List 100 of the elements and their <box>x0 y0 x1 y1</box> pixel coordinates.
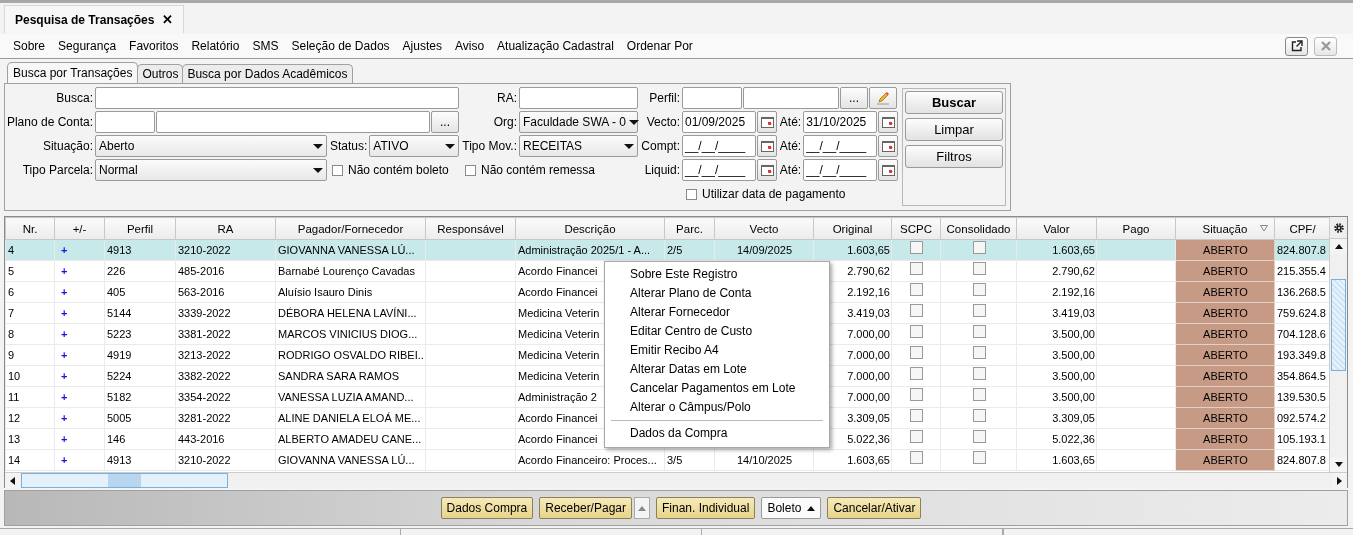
scroll-thumb[interactable] <box>1331 279 1346 371</box>
expand-icon[interactable]: + <box>59 328 68 340</box>
checkbox[interactable] <box>972 388 986 401</box>
expand-icon[interactable]: + <box>59 349 68 361</box>
calendar-button[interactable] <box>878 111 898 133</box>
org-select[interactable]: Faculdade SWA - 0 <box>519 111 638 133</box>
scroll-up-icon[interactable] <box>1330 239 1347 254</box>
checkbox[interactable] <box>332 164 343 176</box>
column-header[interactable]: Perfil <box>104 217 176 240</box>
document-tab[interactable]: Pesquisa de Transações ✕ <box>4 5 185 33</box>
dropdown-arrow-button[interactable] <box>634 497 650 519</box>
column-header[interactable]: Original <box>813 217 892 240</box>
checkbox[interactable] <box>910 451 923 464</box>
checkbox[interactable] <box>972 346 986 359</box>
menu-item[interactable]: Aviso <box>454 39 485 53</box>
checkbox[interactable] <box>972 451 986 464</box>
calendar-button[interactable] <box>757 111 777 133</box>
context-menu-item[interactable]: Alterar o Câmpus/Polo <box>605 398 829 417</box>
status-select[interactable]: ATIVO <box>369 135 459 157</box>
toolbar-button[interactable]: Dados Compra <box>440 497 534 519</box>
column-header[interactable]: RA <box>175 217 276 240</box>
checkbox[interactable] <box>910 388 923 401</box>
filter-icon[interactable] <box>1260 225 1268 232</box>
installment-type-select[interactable]: Normal <box>95 159 327 181</box>
action-button[interactable]: Filtros <box>905 145 1003 168</box>
column-header[interactable]: Pago <box>1096 217 1176 240</box>
menu-item[interactable]: Ordenar Por <box>626 39 693 53</box>
toolbar-button[interactable]: Receber/Pagar <box>539 497 632 519</box>
scroll-left-icon[interactable] <box>5 473 20 488</box>
dropdown-button[interactable]: Boleto <box>761 497 822 519</box>
date-field[interactable]: __/__/____ <box>682 135 757 157</box>
date-field[interactable]: 31/10/2025 <box>803 111 878 133</box>
column-header[interactable]: Situação <box>1175 217 1275 240</box>
checkbox[interactable] <box>465 164 476 176</box>
edit-button[interactable] <box>869 87 897 109</box>
scroll-down-icon[interactable] <box>1330 457 1347 472</box>
column-header[interactable]: Vecto <box>714 217 814 240</box>
date-field[interactable]: __/__/____ <box>682 159 757 181</box>
scroll-right-icon[interactable] <box>1332 473 1347 488</box>
column-header[interactable]: +/- <box>54 217 105 240</box>
expand-icon[interactable]: + <box>59 391 68 403</box>
toolbar-button[interactable]: Finan. Individual <box>656 497 756 519</box>
search-tab[interactable]: Outros <box>137 64 184 83</box>
action-button[interactable]: Buscar <box>905 91 1003 114</box>
calendar-button[interactable] <box>878 159 898 181</box>
checkbox[interactable] <box>972 241 986 254</box>
checkbox[interactable] <box>910 430 923 443</box>
column-header[interactable]: Consolidado <box>940 217 1017 240</box>
context-menu-item[interactable]: Alterar Fornecedor <box>605 303 829 322</box>
checkbox[interactable] <box>972 409 986 422</box>
menu-item[interactable]: Relatório <box>191 39 240 53</box>
context-menu-item[interactable]: Editar Centro de Custo <box>605 322 829 341</box>
expand-icon[interactable]: + <box>59 244 68 256</box>
expand-icon[interactable]: + <box>59 286 68 298</box>
menu-item[interactable]: Segurança <box>58 39 117 53</box>
expand-icon[interactable]: + <box>59 265 68 277</box>
checkbox[interactable] <box>972 430 986 443</box>
context-menu-item[interactable]: Emitir Recibo A4 <box>605 341 829 360</box>
menu-item[interactable]: Atualização Cadastral <box>497 39 614 53</box>
ra-field[interactable] <box>519 87 638 109</box>
calendar-button[interactable] <box>757 159 777 181</box>
column-header[interactable]: Nr. <box>5 217 55 240</box>
checkbox[interactable] <box>972 367 986 380</box>
checkbox[interactable] <box>910 241 923 254</box>
horizontal-scrollbar[interactable] <box>5 472 1347 488</box>
column-header[interactable]: Parc. <box>664 217 715 240</box>
checkbox[interactable] <box>972 304 986 317</box>
checkbox[interactable] <box>686 188 697 200</box>
date-field[interactable]: 01/09/2025 <box>682 111 757 133</box>
menu-item[interactable]: Sobre <box>13 39 46 53</box>
browse-button[interactable]: ... <box>431 111 459 133</box>
column-header[interactable]: SCPC <box>891 217 941 240</box>
checkbox[interactable] <box>972 262 986 275</box>
expand-icon[interactable]: + <box>59 412 68 424</box>
scroll-thumb[interactable] <box>21 473 228 488</box>
movement-type-select[interactable]: RECEITAS <box>519 135 638 157</box>
expand-icon[interactable]: + <box>59 370 68 382</box>
action-button[interactable]: Limpar <box>905 118 1003 141</box>
browse-button[interactable]: ... <box>840 87 868 109</box>
toolbar-button[interactable]: Cancelar/Ativar <box>827 497 922 519</box>
menu-item[interactable]: SMS <box>252 39 279 53</box>
expand-icon[interactable]: + <box>59 433 68 445</box>
checkbox[interactable] <box>910 367 923 380</box>
column-header[interactable]: Valor <box>1016 217 1097 240</box>
context-menu-item[interactable]: Dados da Compra <box>605 424 829 443</box>
account-name-field[interactable] <box>156 111 430 133</box>
vertical-scrollbar[interactable] <box>1329 217 1347 472</box>
popout-button[interactable] <box>1285 36 1308 56</box>
search-tab[interactable]: Busca por Transações <box>7 62 139 83</box>
checkbox[interactable] <box>972 325 986 338</box>
checkbox[interactable] <box>910 325 923 338</box>
close-tab-icon[interactable]: ✕ <box>162 12 174 27</box>
search-field[interactable] <box>95 87 459 109</box>
context-menu-item[interactable]: Alterar Datas em Lote <box>605 360 829 379</box>
column-header[interactable]: CPF/ <box>1274 217 1329 240</box>
column-header[interactable]: Descrição <box>515 217 665 240</box>
context-menu-item[interactable]: Cancelar Pagamentos em Lote <box>605 379 829 398</box>
account-code-field[interactable] <box>95 111 155 133</box>
calendar-button[interactable] <box>757 135 777 157</box>
calendar-button[interactable] <box>878 135 898 157</box>
